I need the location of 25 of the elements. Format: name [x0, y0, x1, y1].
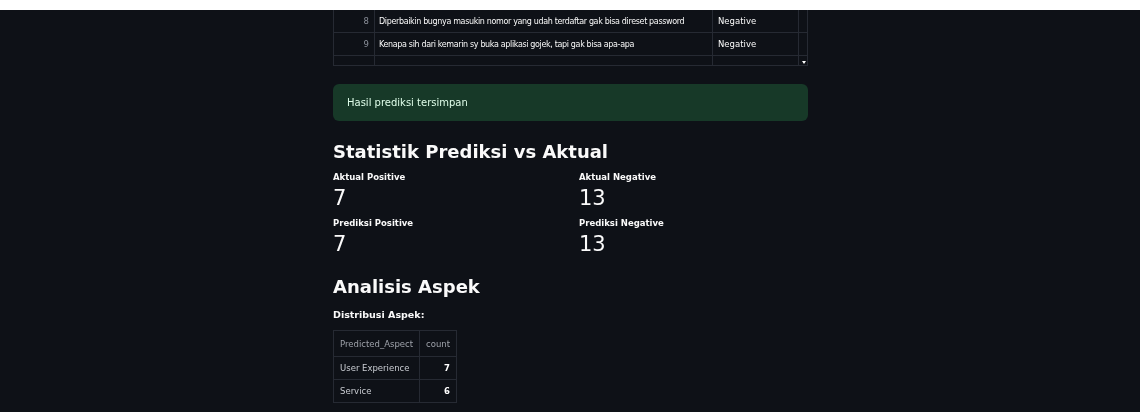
section-heading: Analisis Aspek: [333, 276, 481, 297]
row-index: 8: [334, 10, 375, 32]
metric-value: 13: [579, 232, 607, 256]
metric-label: Prediksi Negative: [579, 218, 665, 228]
column-header: count: [419, 330, 457, 357]
section-heading: Statistik Prediksi vs Aktual: [333, 141, 610, 162]
table-cell: 6: [419, 379, 457, 403]
subheading: Distribusi Aspek:: [333, 309, 426, 320]
table-cell: Negative: [713, 10, 799, 32]
success-alert: Hasil prediksi tersimpan: [333, 84, 808, 121]
metric-label: Prediksi Positive: [333, 218, 415, 228]
metric-value: 7: [333, 232, 348, 256]
metric-label: Aktual Negative: [579, 172, 657, 182]
metric-value: 13: [579, 186, 607, 210]
scroll-arrow-icon: [802, 61, 806, 64]
table-cell: User Experience: [333, 356, 420, 380]
metric-value: 7: [333, 186, 348, 210]
table-cell: 7: [419, 356, 457, 380]
table-cell: Negative: [713, 33, 799, 55]
table-cell: Service: [333, 379, 420, 403]
column-header: Predicted_Aspect: [333, 330, 420, 357]
table-cell: Kenapa sih dari kemarin sy buka aplikasi gojek, tapi gak bisa apa-apa: [375, 33, 713, 55]
table-cell: Diperbaikin bugnya masukin nomor yang udah terdaftar gak bisa direset password: [375, 10, 713, 32]
metric-label: Aktual Positive: [333, 172, 407, 182]
row-index: 9: [334, 33, 375, 55]
